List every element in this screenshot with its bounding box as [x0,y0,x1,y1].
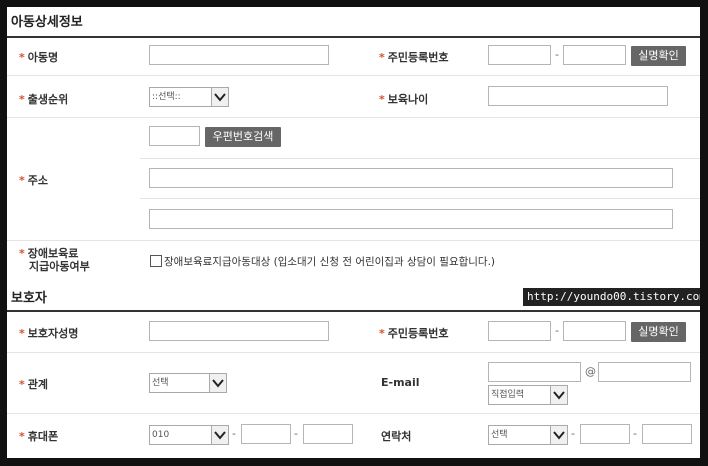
required-star-icon: * [379,51,385,64]
application-form: 아동상세정보 * 아동명 * 주민등록번호 - 실명확인 * 출생순위 ::선택:: … [7,7,700,458]
required-star-icon: * [19,93,25,106]
zipcode-input[interactable] [149,126,200,146]
contact-last-input[interactable] [642,424,692,444]
mobile-prefix-select[interactable]: 010 [149,425,229,445]
phone-dash: - [294,427,298,440]
chevron-down-icon [211,88,228,106]
phone-dash: - [232,427,236,440]
required-star-icon: * [19,247,25,260]
row-divider [7,240,700,241]
birth-order-label: * 출생순위 [19,93,69,106]
watermark-url: http://youndo00.tistory.com [523,288,700,306]
guardian-name-label: * 보호자성명 [19,327,79,340]
address-line1-input[interactable] [149,168,673,188]
disability-label: * 장애보육료 지급아동여부 [19,247,90,273]
mobile-middle-input[interactable] [241,424,291,444]
guardian-rrn-label: * 주민등록번호 [379,327,449,340]
guardian-rrn-front-input[interactable] [488,321,551,341]
chevron-down-icon [550,426,567,444]
child-name-input[interactable] [149,45,329,65]
row-divider [7,75,700,76]
phone-dash: - [571,427,575,440]
address-line2-input[interactable] [149,209,673,229]
child-section-title: 아동상세정보 [11,15,83,30]
phone-dash: - [633,427,637,440]
row-divider [7,413,700,414]
child-rrn-front-input[interactable] [488,45,551,65]
chevron-down-icon [550,386,567,404]
row-divider [140,198,700,199]
guardian-name-input[interactable] [149,321,329,341]
section-divider [7,310,700,312]
required-star-icon: * [19,51,25,64]
relation-label: * 관계 [19,378,49,391]
email-domain-input[interactable] [598,362,691,382]
guardian-rrn-back-input[interactable] [563,321,626,341]
disability-checkbox-label: 장애보육료지급아동대상 (입소대기 신청 전 어린이집과 상담이 필요합니다.) [164,256,496,268]
child-rrn-back-input[interactable] [563,45,626,65]
required-star-icon: * [19,174,25,187]
email-at-sign: @ [585,365,596,378]
email-id-input[interactable] [488,362,581,382]
mobile-label: * 휴대폰 [19,430,59,443]
chevron-down-icon [209,374,226,392]
care-age-label: * 보육나이 [379,93,429,106]
required-star-icon: * [19,327,25,340]
zipcode-search-button[interactable]: 우편번호검색 [205,127,281,147]
child-rrn-label: * 주민등록번호 [379,51,449,64]
section-divider [7,36,700,38]
birth-order-select[interactable]: ::선택:: [149,87,229,107]
required-star-icon: * [19,378,25,391]
required-star-icon: * [379,93,385,106]
guardian-verify-button[interactable]: 실명확인 [631,322,686,342]
contact-label: 연락처 [381,430,412,443]
row-divider [7,352,700,353]
row-divider [7,117,700,118]
mobile-last-input[interactable] [303,424,353,444]
email-label: E-mail [381,376,420,389]
child-verify-button[interactable]: 실명확인 [631,46,686,66]
disability-checkbox[interactable] [150,255,162,267]
required-star-icon: * [379,327,385,340]
address-label: * 주소 [19,174,49,187]
contact-middle-input[interactable] [580,424,630,444]
email-domain-select[interactable]: 직접입력 [488,385,568,405]
rrn-dash: - [555,324,559,337]
relation-select[interactable]: 선택 [149,373,227,393]
row-divider [140,158,700,159]
chevron-down-icon [211,426,228,444]
guardian-section-title: 보호자 [11,291,47,306]
contact-prefix-select[interactable]: 선택 [488,425,568,445]
child-name-label: * 아동명 [19,51,59,64]
rrn-dash: - [555,48,559,61]
required-star-icon: * [19,430,25,443]
care-age-input[interactable] [488,86,668,106]
